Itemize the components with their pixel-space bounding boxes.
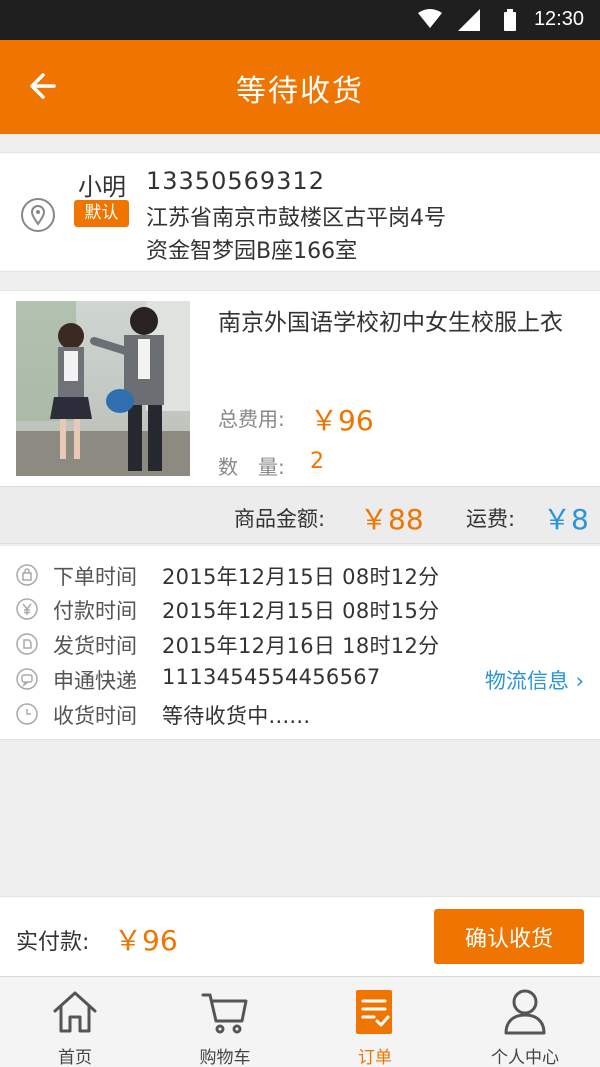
order-timeline: 下单时间 2015年12月15日 08时12分 付款时间 2015年12月15日… bbox=[0, 546, 600, 740]
order-time-row: 下单时间 2015年12月15日 08时12分 bbox=[0, 558, 600, 592]
tab-profile-label: 个人中心 bbox=[491, 1048, 559, 1067]
tab-cart-label: 购物车 bbox=[199, 1048, 251, 1067]
recipient-phone: 13350569312 bbox=[146, 167, 325, 195]
product-name: 南京外国语学校初中女生校服上衣 bbox=[218, 310, 563, 336]
order-list-icon bbox=[356, 990, 392, 1034]
courier-row: 申通快递 1113454554456567 物流信息 › bbox=[0, 662, 600, 696]
ship-time-row: 发货时间 2015年12月16日 18时12分 bbox=[0, 627, 600, 661]
bag-icon bbox=[16, 564, 38, 586]
location-pin-icon bbox=[21, 198, 55, 232]
goods-amount-value: ￥88 bbox=[360, 503, 424, 536]
tab-home-label: 首页 bbox=[58, 1048, 92, 1067]
yen-icon bbox=[16, 598, 38, 620]
order-time-value: 2015年12月15日 08时12分 bbox=[162, 565, 440, 589]
total-fee-value: ￥96 bbox=[310, 404, 374, 437]
tab-orders[interactable]: 订单 bbox=[300, 977, 450, 1067]
address-card[interactable]: 小明 13350569312 默认 江苏省南京市鼓楼区古平岗4号 资金智梦园B座… bbox=[0, 152, 600, 272]
tab-cart[interactable]: 购物车 bbox=[150, 977, 300, 1067]
goods-amount-label: 商品金额: bbox=[234, 507, 326, 531]
pay-time-row: 付款时间 2015年12月15日 08时15分 bbox=[0, 592, 600, 626]
chat-icon bbox=[16, 668, 38, 690]
default-badge: 默认 bbox=[74, 200, 129, 227]
ship-icon bbox=[16, 633, 38, 655]
page-title: 等待收货 bbox=[236, 74, 364, 109]
address-line-2: 资金智梦园B座166室 bbox=[146, 239, 358, 264]
pay-time-label: 付款时间 bbox=[53, 599, 137, 623]
cart-icon bbox=[201, 993, 248, 1034]
receive-time-row: 收货时间 等待收货中...... bbox=[0, 697, 600, 731]
pay-time-value: 2015年12月15日 08时15分 bbox=[162, 599, 440, 623]
order-time-label: 下单时间 bbox=[53, 565, 137, 589]
paid-label: 实付款: bbox=[16, 930, 90, 955]
ship-time-value: 2015年12月16日 18时12分 bbox=[162, 634, 440, 658]
logistics-info-link[interactable]: 物流信息 › bbox=[485, 665, 584, 695]
tab-orders-label: 订单 bbox=[358, 1048, 392, 1067]
bottom-tab-bar: 首页 购物车 订单 个人中心 bbox=[0, 976, 600, 1067]
tracking-number: 1113454554456567 bbox=[162, 665, 381, 689]
battery-icon bbox=[504, 9, 516, 31]
quantity-value: 2 bbox=[310, 449, 324, 474]
receive-time-label: 收货时间 bbox=[53, 704, 137, 728]
recipient-name: 小明 bbox=[78, 173, 126, 201]
signal-icon bbox=[458, 9, 480, 31]
status-bar: 12:30 bbox=[0, 0, 600, 40]
courier-label: 申通快递 bbox=[53, 669, 137, 693]
quantity-label: 数 量: bbox=[218, 455, 285, 479]
payment-bar: 实付款: ￥96 确认收货 bbox=[0, 896, 600, 976]
wifi-icon bbox=[418, 9, 442, 28]
shipping-label: 运费: bbox=[466, 507, 516, 531]
tab-profile[interactable]: 个人中心 bbox=[450, 977, 600, 1067]
status-time: 12:30 bbox=[533, 8, 584, 30]
receive-status: 等待收货中...... bbox=[162, 704, 311, 728]
confirm-receipt-button[interactable]: 确认收货 bbox=[434, 909, 584, 964]
clock-icon bbox=[16, 703, 38, 725]
product-card[interactable]: 南京外国语学校初中女生校服上衣 总费用: ￥96 数 量: 2 bbox=[0, 290, 600, 486]
home-icon bbox=[53, 991, 97, 1033]
amount-summary: 商品金额: ￥88 运费: ￥8 bbox=[0, 486, 600, 544]
tab-home[interactable]: 首页 bbox=[0, 977, 150, 1067]
product-image bbox=[16, 301, 190, 476]
ship-time-label: 发货时间 bbox=[53, 634, 137, 658]
shipping-value: ￥8 bbox=[543, 503, 589, 536]
user-icon bbox=[504, 989, 546, 1035]
paid-value: ￥96 bbox=[114, 924, 178, 957]
total-fee-label: 总费用: bbox=[218, 407, 285, 431]
address-line-1: 江苏省南京市鼓楼区古平岗4号 bbox=[146, 206, 446, 231]
header-bar: 等待收货 bbox=[0, 40, 600, 134]
